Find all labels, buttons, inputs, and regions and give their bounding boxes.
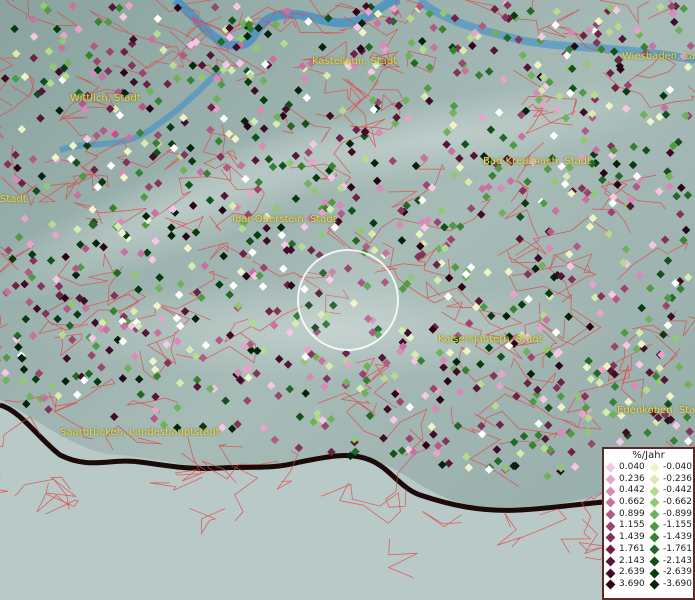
legend-swatch bbox=[649, 568, 660, 578]
legend-entry-positive: 1.439 bbox=[604, 532, 648, 544]
legend-entry-negative: -1.761 bbox=[648, 544, 692, 556]
legend-entry-positive: 3.690 bbox=[604, 579, 648, 591]
legend-swatch bbox=[649, 579, 660, 590]
legend-entry-positive: 1.761 bbox=[604, 544, 648, 556]
legend-value: 1.155 bbox=[619, 520, 645, 531]
legend-value: 0.899 bbox=[619, 508, 645, 519]
legend-row: 1.439 -1.439 bbox=[604, 532, 693, 544]
legend-entry-negative: -0.040 bbox=[648, 462, 692, 474]
legend-row: 0.899 -0.899 bbox=[604, 509, 693, 521]
legend-value: -0.442 bbox=[663, 485, 693, 496]
legend-value: 0.040 bbox=[619, 462, 645, 472]
legend-value: -1.761 bbox=[663, 543, 693, 554]
legend-entry-negative: -0.899 bbox=[648, 509, 692, 521]
place-kastellaun: Kastellaun, Stadt bbox=[312, 56, 398, 67]
legend-entry-positive: 0.236 bbox=[604, 474, 648, 486]
legend-value: 3.690 bbox=[619, 578, 645, 589]
legend-value: 2.639 bbox=[619, 567, 645, 578]
legend-swatch bbox=[649, 462, 660, 473]
legend-value: -1.155 bbox=[663, 520, 693, 531]
legend-entry-negative: -1.155 bbox=[648, 520, 692, 532]
legend-value: -2.639 bbox=[663, 567, 693, 578]
legend-swatch bbox=[605, 556, 616, 567]
legend-row: 1.155 -1.155 bbox=[604, 520, 693, 532]
legend-swatch bbox=[605, 486, 616, 497]
legend-entry-positive: 1.155 bbox=[604, 520, 648, 532]
legend-value: -1.439 bbox=[663, 532, 693, 543]
legend-rows: 0.040 -0.040 0.236 -0.236 0.442 -0.442 0.662 -0… bbox=[604, 462, 693, 591]
legend-swatch bbox=[605, 521, 616, 532]
legend-value: -2.143 bbox=[663, 555, 693, 566]
legend-swatch bbox=[605, 544, 616, 555]
legend-swatch bbox=[605, 497, 616, 508]
legend-value: 0.442 bbox=[619, 485, 645, 496]
selection-overlay bbox=[297, 249, 399, 351]
legend-entry-positive: 2.143 bbox=[604, 556, 648, 568]
legend-entry-negative: -2.143 bbox=[648, 556, 692, 568]
legend-swatch bbox=[605, 579, 616, 590]
legend-row: 0.662 -0.662 bbox=[604, 497, 693, 509]
legend-swatch bbox=[605, 474, 616, 485]
legend: %/Jahr 0.040 -0.040 0.236 -0.236 0.442 -0.442… bbox=[602, 447, 695, 600]
legend-entry-negative: -3.690 bbox=[648, 579, 692, 591]
legend-swatch bbox=[649, 544, 660, 555]
legend-entry-positive: 0.040 bbox=[604, 462, 648, 474]
legend-swatch bbox=[605, 568, 616, 578]
legend-value: -0.662 bbox=[663, 497, 693, 508]
legend-entry-negative: -0.662 bbox=[648, 497, 692, 509]
legend-row: 2.143 -2.143 bbox=[604, 556, 693, 568]
place-saarbruecken: Saarbrücken, Landeshauptstadt bbox=[60, 427, 220, 438]
legend-swatch bbox=[605, 462, 616, 473]
legend-value: -3.690 bbox=[663, 578, 693, 589]
legend-row: 2.639 -2.639 bbox=[604, 567, 693, 579]
legend-entry-positive: 2.639 bbox=[604, 567, 648, 579]
legend-swatch bbox=[649, 533, 660, 543]
legend-swatch bbox=[649, 509, 660, 520]
legend-entry-negative: -0.442 bbox=[648, 485, 692, 497]
legend-swatch bbox=[649, 556, 660, 567]
place-edenkoben: Edenkoben, Sta bbox=[617, 405, 695, 416]
legend-entry-negative: -2.639 bbox=[648, 567, 692, 579]
legend-swatch bbox=[605, 533, 616, 543]
place-wittlich: Wittlich, Stadt bbox=[70, 93, 141, 104]
place-wiesbaden: Wiesbaden, La bbox=[622, 51, 695, 62]
legend-row: 0.236 -0.236 bbox=[604, 474, 693, 486]
legend-row: 0.442 -0.442 bbox=[604, 485, 693, 497]
selection-circle[interactable] bbox=[297, 249, 399, 351]
place-bad-kreuznach: Bad Kreuznach, Stadt bbox=[483, 156, 592, 167]
legend-title: %/Jahr bbox=[632, 450, 665, 461]
legend-entry-negative: -0.236 bbox=[648, 474, 692, 486]
legend-value: -0.236 bbox=[663, 473, 693, 484]
legend-entry-positive: 0.662 bbox=[604, 497, 648, 509]
place-trier: Stadt bbox=[0, 194, 27, 205]
legend-swatch bbox=[649, 474, 660, 485]
legend-row: 1.761 -1.761 bbox=[604, 544, 693, 556]
legend-entry-positive: 0.899 bbox=[604, 509, 648, 521]
legend-row: 0.040 -0.040 bbox=[604, 462, 693, 474]
legend-value: 0.662 bbox=[619, 497, 645, 508]
place-idar-oberstein: Idar-Oberstein, Stadt bbox=[232, 214, 337, 225]
legend-row: 3.690 -3.690 bbox=[604, 579, 693, 591]
legend-swatch bbox=[649, 486, 660, 497]
legend-value: 0.236 bbox=[619, 473, 645, 484]
legend-swatch bbox=[649, 497, 660, 508]
legend-value: 1.439 bbox=[619, 532, 645, 543]
legend-swatch bbox=[605, 509, 616, 520]
legend-value: -0.899 bbox=[663, 508, 693, 519]
legend-entry-negative: -1.439 bbox=[648, 532, 692, 544]
legend-entry-positive: 0.442 bbox=[604, 485, 648, 497]
map-canvas[interactable]: Kastellaun, Stadt Wiesbaden, La Wittlich… bbox=[0, 0, 695, 600]
legend-value: -0.040 bbox=[663, 462, 693, 472]
legend-value: 1.761 bbox=[619, 543, 645, 554]
legend-value: 2.143 bbox=[619, 555, 645, 566]
legend-swatch bbox=[649, 521, 660, 532]
place-kaiserslautern: Kaiserslautern, Stadt bbox=[438, 334, 543, 345]
